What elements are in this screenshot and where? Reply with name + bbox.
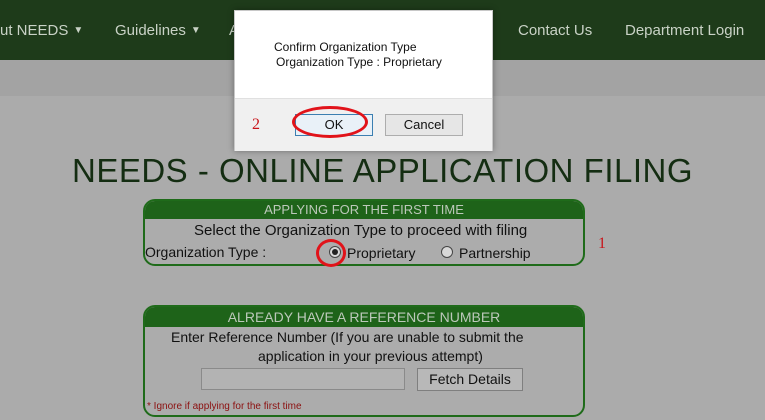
fetch-details-button[interactable]: Fetch Details bbox=[417, 368, 523, 391]
dialog-title: Confirm Organization Type bbox=[274, 40, 417, 54]
section-header: APPLYING FOR THE FIRST TIME bbox=[145, 201, 583, 219]
radio-partnership[interactable] bbox=[441, 246, 453, 258]
radio-partnership-label[interactable]: Partnership bbox=[459, 245, 531, 261]
reference-instruction-line2: application in your previous attempt) bbox=[258, 348, 483, 364]
nav-item-contact-us[interactable]: Contact Us bbox=[518, 22, 592, 39]
reference-number-input[interactable] bbox=[201, 368, 405, 390]
nav-item-label: ut NEEDS bbox=[0, 22, 69, 39]
chevron-down-icon: ▼ bbox=[73, 25, 84, 36]
radio-highlight-circle bbox=[316, 239, 346, 267]
step-marker-2: 2 bbox=[252, 116, 260, 133]
page-title: NEEDS - ONLINE APPLICATION FILING bbox=[71, 152, 694, 189]
confirm-dialog: Confirm Organization Type Organization T… bbox=[234, 10, 493, 151]
first-time-section: APPLYING FOR THE FIRST TIME Select the O… bbox=[143, 199, 585, 266]
reference-section: ALREADY HAVE A REFERENCE NUMBER Enter Re… bbox=[143, 305, 585, 417]
nav-item-label: Contact Us bbox=[518, 22, 593, 39]
nav-item-department-login[interactable]: Department Login bbox=[625, 22, 744, 39]
first-time-note: * Ignore if applying for the first time bbox=[147, 401, 302, 412]
nav-item-about-needs[interactable]: ut NEEDS ▼ bbox=[0, 22, 83, 39]
reference-instruction-line1: Enter Reference Number (If you are unabl… bbox=[171, 329, 524, 345]
nav-item-guidelines[interactable]: Guidelines ▼ bbox=[115, 22, 201, 39]
radio-proprietary-label[interactable]: Proprietary bbox=[347, 245, 415, 261]
step-marker-1: 1 bbox=[598, 235, 606, 252]
nav-item-label: Guidelines bbox=[115, 22, 186, 39]
section-instruction: Select the Organization Type to proceed … bbox=[194, 222, 528, 239]
cancel-button[interactable]: Cancel bbox=[385, 114, 463, 136]
section-header: ALREADY HAVE A REFERENCE NUMBER bbox=[145, 307, 583, 327]
nav-item-label: Department Login bbox=[625, 22, 745, 39]
ok-highlight-circle bbox=[292, 106, 368, 138]
dialog-message: Organization Type : Proprietary bbox=[276, 55, 442, 69]
org-type-label: Organization Type : bbox=[145, 244, 267, 260]
chevron-down-icon: ▼ bbox=[190, 25, 201, 36]
